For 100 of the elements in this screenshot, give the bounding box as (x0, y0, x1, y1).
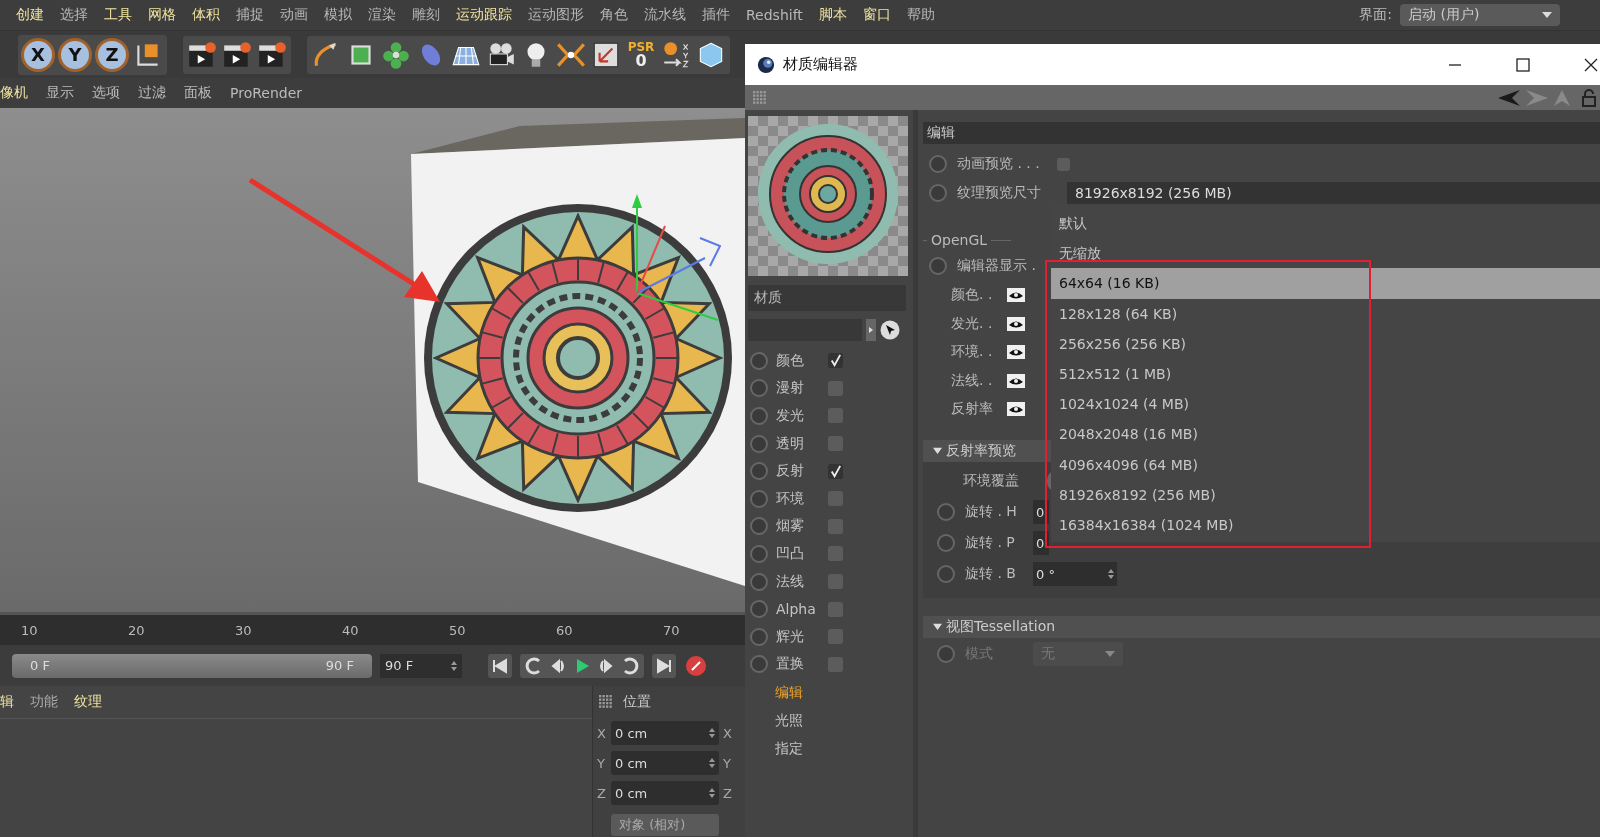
eye-icon[interactable] (1007, 316, 1025, 331)
viewport-menu-item[interactable]: ProRender (230, 85, 303, 101)
channel-label[interactable]: 烟雾 (776, 517, 820, 536)
panel-tab[interactable]: 纹理 (74, 693, 102, 711)
axis-lock-button[interactable]: X (21, 37, 55, 72)
psr-indicator[interactable]: PSR 0 (625, 40, 657, 69)
checkbox[interactable] (828, 518, 843, 534)
interface-dropdown[interactable]: 启动 (用户) (1400, 4, 1560, 26)
channel-label[interactable]: 辉光 (776, 627, 820, 646)
menu-option[interactable]: 2048x2048 (16 MB) (1051, 419, 1600, 450)
checkbox[interactable] (828, 353, 843, 369)
checkbox[interactable] (828, 436, 843, 452)
checkbox[interactable] (828, 408, 843, 424)
checkbox[interactable] (828, 491, 843, 507)
spinner-icon[interactable] (451, 660, 457, 671)
record-icon[interactable] (684, 653, 708, 678)
eye-icon[interactable] (1007, 373, 1025, 388)
go-to-start-icon[interactable] (488, 653, 512, 678)
checkbox[interactable] (828, 546, 843, 562)
checkbox[interactable] (828, 656, 843, 672)
menu-option[interactable]: 4096x4096 (64 MB) (1051, 449, 1600, 480)
checkbox[interactable] (828, 463, 843, 479)
position-field[interactable]: 0 cm (611, 721, 719, 745)
eye-icon[interactable] (1007, 288, 1025, 303)
menu-option[interactable]: 81926x8192 (256 MB) (1051, 479, 1600, 510)
menu-item[interactable]: 创建 (8, 6, 52, 24)
eye-icon[interactable] (1007, 402, 1025, 417)
menu-item[interactable]: 体积 (184, 6, 228, 24)
menu-item[interactable]: 流水线 (636, 6, 694, 24)
axis-lock-button[interactable]: Z (95, 37, 129, 72)
frame-range-slider[interactable]: 0 F 90 F (12, 653, 372, 678)
arrow-button-icon[interactable] (866, 319, 876, 341)
viewport-menu-item[interactable]: 像机 (0, 84, 28, 102)
close-icon[interactable] (1584, 57, 1598, 72)
menu-option[interactable]: 64x64 (16 KB) (1051, 268, 1600, 299)
menu-item[interactable]: 渲染 (360, 6, 404, 24)
menu-item[interactable]: 网格 (140, 6, 184, 24)
checkbox[interactable] (1057, 157, 1070, 171)
lock-icon[interactable] (1582, 88, 1596, 107)
texture-size-dropdown[interactable]: 81926x8192 (256 MB) (1067, 181, 1600, 204)
position-field[interactable]: 0 cm (611, 751, 719, 775)
panel-tab[interactable]: 辑 (0, 693, 14, 711)
rotation-field[interactable]: 0 ° (1033, 562, 1117, 587)
menu-item[interactable]: 窗口 (854, 6, 899, 24)
menu-option[interactable]: 256x256 (256 KB) (1051, 328, 1600, 359)
rotation-field[interactable]: 0 (1033, 531, 1049, 556)
menu-item[interactable]: 捕捉 (228, 6, 272, 24)
channel-label[interactable]: 漫射 (776, 379, 820, 398)
menu-item[interactable]: 帮助 (898, 6, 943, 24)
panel-tab[interactable]: 功能 (30, 693, 58, 711)
maximize-icon[interactable] (1516, 57, 1530, 72)
viewport-menu-item[interactable]: 过滤 (138, 84, 166, 102)
menu-item[interactable]: 模拟 (316, 6, 360, 24)
checkbox[interactable] (828, 380, 843, 396)
menu-item[interactable]: 雕刻 (404, 6, 448, 24)
menu-item[interactable]: 选择 (52, 6, 96, 24)
spinner-icon[interactable] (709, 758, 715, 768)
channel-label[interactable]: 反射 (776, 462, 820, 481)
menu-option[interactable]: 无缩放 (1051, 238, 1600, 269)
spinner-icon[interactable] (1108, 569, 1114, 580)
checkbox[interactable] (828, 601, 843, 617)
channel-label[interactable]: 环境 (776, 489, 820, 508)
channel-label[interactable]: 置换 (776, 655, 820, 674)
menu-item[interactable]: Redshift (738, 7, 811, 23)
menu-item[interactable]: 工具 (96, 6, 140, 24)
grip-icon[interactable] (753, 90, 767, 105)
viewport-menu-item[interactable]: 选项 (92, 84, 120, 102)
menu-item[interactable]: 运动图形 (520, 6, 592, 24)
channel-label[interactable]: 凹凸 (776, 544, 820, 563)
material-name-field[interactable]: 材质 (748, 285, 906, 311)
channel-label[interactable]: 颜色 (776, 351, 820, 370)
channel-label[interactable]: Alpha (776, 601, 820, 618)
menu-item[interactable]: 运动跟踪 (448, 6, 520, 24)
expand-triangle-icon[interactable] (933, 446, 942, 456)
page-link[interactable]: 光照 (748, 706, 803, 735)
spinner-icon[interactable] (709, 788, 715, 798)
menu-item[interactable]: 角色 (592, 6, 636, 24)
end-frame-field[interactable]: 90 F (380, 653, 462, 678)
channel-label[interactable]: 透明 (776, 434, 820, 453)
eye-icon[interactable] (1007, 345, 1025, 360)
menu-item[interactable]: 脚本 (810, 6, 855, 24)
menu-item[interactable]: 插件 (694, 6, 738, 24)
page-link[interactable]: 指定 (748, 734, 803, 763)
viewport-menu-item[interactable]: 显示 (46, 84, 74, 102)
channel-label[interactable]: 发光 (776, 407, 820, 425)
channel-label[interactable]: 法线 (776, 572, 820, 591)
menu-option[interactable]: 1024x1024 (4 MB) (1051, 389, 1600, 420)
checkbox[interactable] (828, 574, 843, 590)
go-to-end-icon[interactable] (652, 653, 676, 678)
menu-option[interactable]: 512x512 (1 MB) (1051, 358, 1600, 390)
axis-lock-button[interactable]: Y (58, 37, 92, 72)
menu-option[interactable]: 默认 (1051, 208, 1600, 239)
page-link[interactable]: 编辑 (748, 678, 803, 707)
menu-option[interactable]: 16384x16384 (1024 MB) (1051, 509, 1600, 541)
grip-icon[interactable] (599, 695, 613, 709)
viewport-menu-item[interactable]: 面板 (184, 84, 212, 102)
coordinate-mode-dropdown[interactable]: 对象 (相对) (611, 814, 719, 836)
spinner-icon[interactable] (709, 728, 715, 738)
menu-option[interactable]: 128x128 (64 KB) (1051, 298, 1600, 329)
menu-item[interactable]: 动画 (272, 6, 316, 24)
